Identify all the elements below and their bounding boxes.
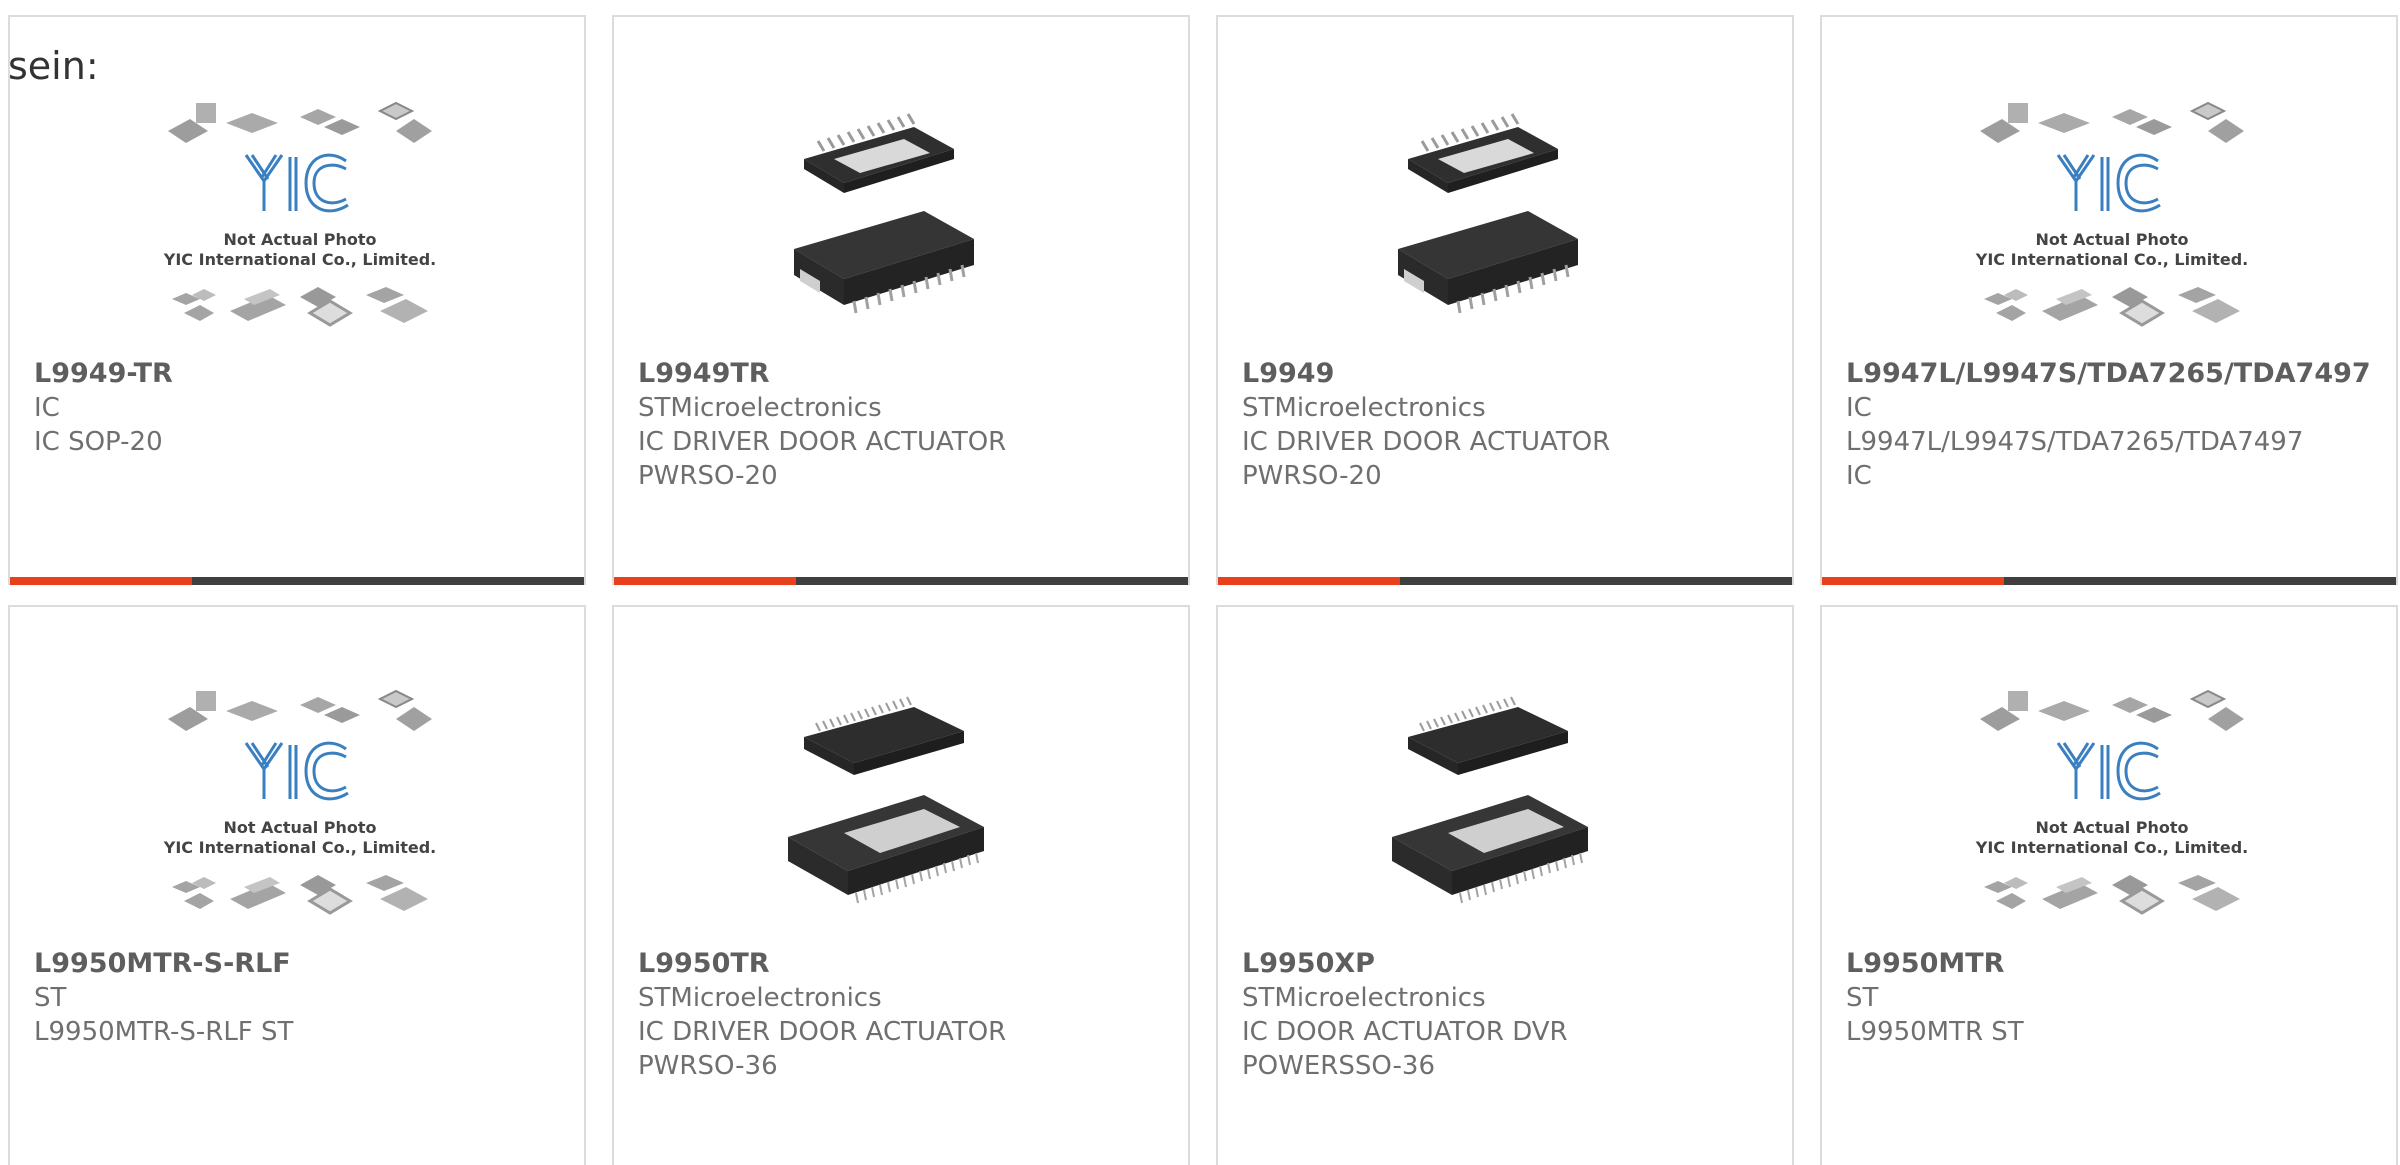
part-number[interactable]: L9950MTR bbox=[1846, 947, 2386, 981]
svg-text:Not Actual Photo: Not Actual Photo bbox=[2035, 230, 2188, 249]
product-info: L9949 STMicroelectronics IC DRIVER DOOR … bbox=[1242, 357, 1782, 493]
product-package: PWRSO-36 bbox=[638, 1051, 778, 1081]
product-manufacturer: ST bbox=[34, 983, 67, 1013]
product-card[interactable]: L9950XP STMicroelectronics IC DOOR ACTUA… bbox=[1216, 605, 1794, 1165]
product-manufacturer: STMicroelectronics bbox=[1242, 393, 1486, 423]
product-info: L9947L/L9947S/TDA7265/TDA7497 IC L9947L/… bbox=[1846, 357, 2386, 493]
product-manufacturer: IC bbox=[1846, 393, 1872, 423]
card-bar bbox=[614, 577, 1188, 585]
product-card[interactable]: Not Actual Photo YIC International Co., … bbox=[1820, 15, 2398, 585]
yic-placeholder-icon: Not Actual Photo YIC International Co., … bbox=[1975, 101, 2248, 327]
product-card[interactable]: L9949 STMicroelectronics IC DRIVER DOOR … bbox=[1216, 15, 1794, 585]
product-info: L9949TR STMicroelectronics IC DRIVER DOO… bbox=[638, 357, 1178, 493]
card-bar-accent bbox=[1218, 577, 1400, 585]
card-bar bbox=[1822, 577, 2396, 585]
product-manufacturer: ST bbox=[1846, 983, 1879, 1013]
svg-text:Not Actual Photo: Not Actual Photo bbox=[223, 230, 376, 249]
product-card[interactable]: L9950TR STMicroelectronics IC DRIVER DOO… bbox=[612, 605, 1190, 1165]
part-number[interactable]: L9950XP bbox=[1242, 947, 1782, 981]
yic-placeholder-icon: Not Actual Photo YIC International Co., … bbox=[1975, 689, 2248, 915]
product-info: L9950MTR-S-RLF ST L9950MTR-S-RLF ST bbox=[34, 947, 574, 1049]
product-manufacturer: STMicroelectronics bbox=[638, 393, 882, 423]
product-manufacturer: STMicroelectronics bbox=[638, 983, 882, 1013]
part-number[interactable]: L9950TR bbox=[638, 947, 1178, 981]
product-manufacturer: STMicroelectronics bbox=[1242, 983, 1486, 1013]
product-description: IC DRIVER DOOR ACTUATOR bbox=[638, 427, 1007, 457]
yic-placeholder-icon: Not Actual Photo YIC International Co., … bbox=[163, 101, 436, 327]
ic-chip-20-icon bbox=[1396, 112, 1580, 315]
part-number[interactable]: L9949 bbox=[1242, 357, 1782, 391]
product-info: L9950MTR ST L9950MTR ST bbox=[1846, 947, 2386, 1049]
part-number[interactable]: L9949-TR bbox=[34, 357, 574, 391]
product-description: L9947L/L9947S/TDA7265/TDA7497 bbox=[1846, 427, 2304, 457]
product-package: PWRSO-20 bbox=[638, 461, 778, 491]
svg-text:YIC International Co., Limited: YIC International Co., Limited. bbox=[1975, 250, 2248, 269]
product-info: L9950XP STMicroelectronics IC DOOR ACTUA… bbox=[1242, 947, 1782, 1083]
ic-chip-20-icon bbox=[792, 112, 976, 315]
product-card[interactable]: Not Actual Photo YIC International Co., … bbox=[1820, 605, 2398, 1165]
ic-chip-36-icon bbox=[1391, 696, 1589, 904]
product-description: L9950MTR ST bbox=[1846, 1017, 2024, 1047]
part-number[interactable]: L9947L/L9947S/TDA7265/TDA7497 bbox=[1846, 357, 2386, 391]
product-card[interactable]: Not Actual Photo YIC International Co., … bbox=[8, 15, 586, 585]
svg-text:Not Actual Photo: Not Actual Photo bbox=[223, 818, 376, 837]
product-description: IC SOP-20 bbox=[34, 427, 163, 457]
product-description: IC DRIVER DOOR ACTUATOR bbox=[638, 1017, 1007, 1047]
card-bar bbox=[10, 577, 584, 585]
card-bar-accent bbox=[614, 577, 796, 585]
part-number[interactable]: L9949TR bbox=[638, 357, 1178, 391]
product-grid: Not Actual Photo YIC International Co., … bbox=[0, 0, 2400, 1165]
ic-chip-36-icon bbox=[787, 696, 985, 904]
card-bar-accent bbox=[1822, 577, 2004, 585]
intro-text: sein: bbox=[8, 44, 99, 88]
svg-text:YIC International Co., Limited: YIC International Co., Limited. bbox=[163, 838, 436, 857]
svg-text:YIC International Co., Limited: YIC International Co., Limited. bbox=[163, 250, 436, 269]
part-number[interactable]: L9950MTR-S-RLF bbox=[34, 947, 574, 981]
product-package: PWRSO-20 bbox=[1242, 461, 1382, 491]
product-card[interactable]: Not Actual Photo YIC International Co., … bbox=[8, 605, 586, 1165]
product-info: L9949-TR IC IC SOP-20 bbox=[34, 357, 574, 459]
product-card[interactable]: L9949TR STMicroelectronics IC DRIVER DOO… bbox=[612, 15, 1190, 585]
product-description: L9950MTR-S-RLF ST bbox=[34, 1017, 294, 1047]
product-package: IC bbox=[1846, 461, 1872, 491]
product-manufacturer: IC bbox=[34, 393, 60, 423]
product-description: IC DOOR ACTUATOR DVR bbox=[1242, 1017, 1568, 1047]
product-package: POWERSSO-36 bbox=[1242, 1051, 1436, 1081]
product-description: IC DRIVER DOOR ACTUATOR bbox=[1242, 427, 1611, 457]
product-info: L9950TR STMicroelectronics IC DRIVER DOO… bbox=[638, 947, 1178, 1083]
svg-text:YIC International Co., Limited: YIC International Co., Limited. bbox=[1975, 838, 2248, 857]
card-bar-accent bbox=[10, 577, 192, 585]
card-bar bbox=[1218, 577, 1792, 585]
svg-text:Not Actual Photo: Not Actual Photo bbox=[2035, 818, 2188, 837]
yic-placeholder-icon: Not Actual Photo YIC International Co., … bbox=[163, 689, 436, 915]
